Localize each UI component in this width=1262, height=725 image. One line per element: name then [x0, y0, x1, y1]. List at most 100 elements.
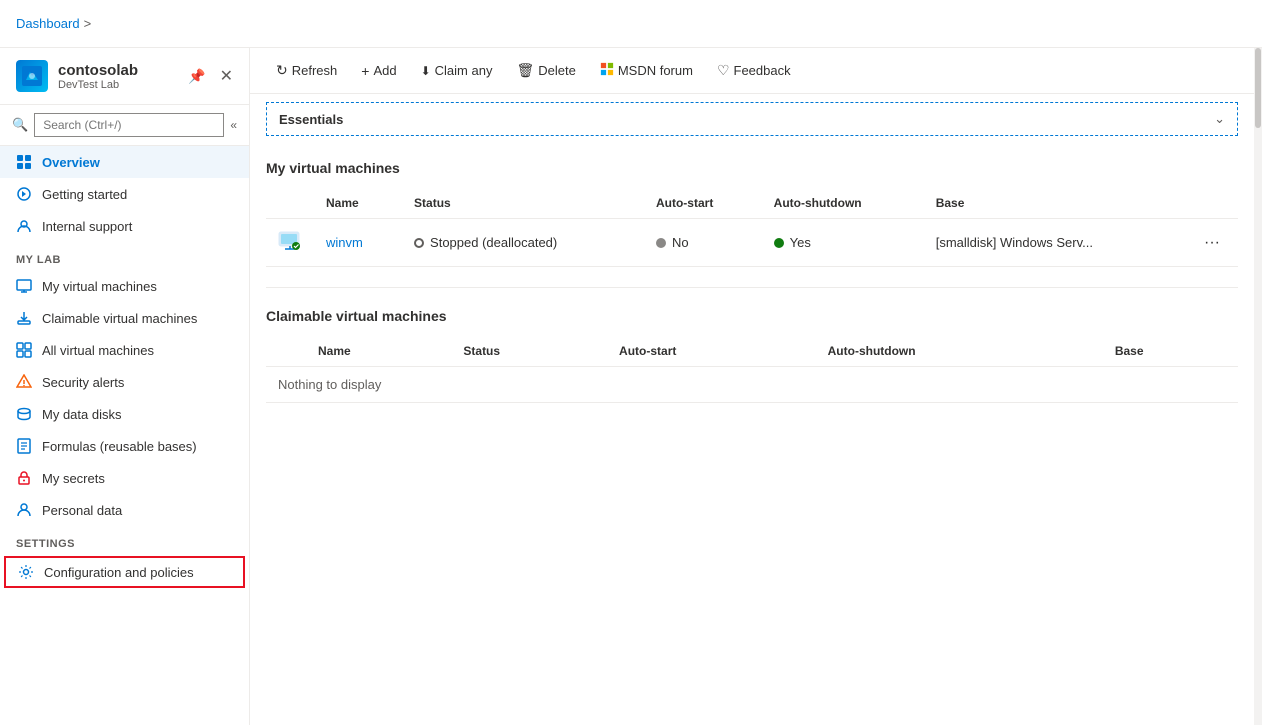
col-actions-header [1186, 188, 1238, 219]
claimable-col-autostart-header: Auto-start [607, 336, 816, 367]
claimable-empty-row: Nothing to display [266, 367, 1238, 403]
sidebar-item-getting-started-label: Getting started [42, 187, 127, 202]
col-autoshutdown-header: Auto-shutdown [762, 188, 924, 219]
feedback-icon: ♡ [717, 62, 730, 79]
essentials-panel[interactable]: Essentials ⌄ [266, 102, 1238, 136]
sidebar-item-personal-data-label: Personal data [42, 503, 122, 518]
main-scroll-content: My virtual machines Name Status Auto-sta… [250, 144, 1254, 725]
claimable-vms-icon [16, 310, 32, 326]
vm-status-text: Stopped (deallocated) [430, 235, 557, 250]
toolbar: ↻ Refresh + Add ⬇ Claim any 🗑 Delete MSD… [250, 48, 1254, 94]
sidebar-title-block: contosolab DevTest Lab [58, 62, 138, 91]
col-autostart-header: Auto-start [644, 188, 762, 219]
msdn-icon [600, 62, 614, 79]
breadcrumb-dashboard[interactable]: Dashboard [16, 16, 80, 31]
pin-icon[interactable]: 📌 [188, 68, 205, 85]
feedback-label: Feedback [734, 63, 791, 78]
sidebar-item-overview-label: Overview [42, 155, 100, 170]
delete-icon: 🗑 [516, 62, 534, 79]
sidebar-item-my-vms[interactable]: My virtual machines [0, 270, 249, 302]
col-status-header: Status [402, 188, 644, 219]
refresh-label: Refresh [292, 63, 338, 78]
table-row: winvm Stopped (deallocated) No [266, 219, 1238, 267]
claim-label: Claim any [435, 63, 493, 78]
sidebar-item-internal-support[interactable]: Internal support [0, 210, 249, 242]
sidebar-item-data-disks[interactable]: My data disks [0, 398, 249, 430]
collapse-sidebar-button[interactable]: « [230, 118, 237, 132]
main-content-area: ↻ Refresh + Add ⬇ Claim any 🗑 Delete MSD… [250, 48, 1254, 725]
sidebar-item-personal-data[interactable]: Personal data [0, 494, 249, 526]
col-base-header: Base [924, 188, 1186, 219]
essentials-label: Essentials [279, 112, 343, 127]
vm-name-link[interactable]: winvm [326, 235, 363, 250]
add-label: Add [373, 63, 396, 78]
refresh-button[interactable]: ↻ Refresh [266, 56, 347, 85]
sidebar-item-my-secrets[interactable]: My secrets [0, 462, 249, 494]
sidebar-item-all-vms[interactable]: All virtual machines [0, 334, 249, 366]
col-name-header: Name [314, 188, 402, 219]
scrollbar-track[interactable] [1254, 48, 1262, 725]
claimable-section-title: Claimable virtual machines [266, 308, 1238, 324]
sidebar-item-overview[interactable]: Overview [0, 146, 249, 178]
vm-autoshutdown-text: Yes [790, 235, 811, 250]
autoshutdown-yes-icon [774, 238, 784, 248]
sidebar: contosolab DevTest Lab 📌 ✕ 🔍 « Overview … [0, 48, 250, 725]
claimable-vms-table: Name Status Auto-start Auto-shutdown Bas… [266, 336, 1238, 403]
sidebar-item-claimable-vms[interactable]: Claimable virtual machines [0, 302, 249, 334]
sidebar-item-all-vms-label: All virtual machines [42, 343, 154, 358]
scrollbar-thumb[interactable] [1255, 48, 1261, 128]
sidebar-item-my-vms-label: My virtual machines [42, 279, 157, 294]
close-icon[interactable]: ✕ [220, 66, 233, 86]
autostart-no-icon [656, 238, 666, 248]
claim-any-button[interactable]: ⬇ Claim any [411, 57, 503, 84]
breadcrumb: Dashboard > [16, 16, 91, 31]
feedback-button[interactable]: ♡ Feedback [707, 56, 801, 85]
claim-icon: ⬇ [421, 64, 431, 78]
vm-actions-cell: ··· [1186, 219, 1238, 267]
settings-section-label: Settings [0, 526, 249, 554]
sidebar-item-internal-support-label: Internal support [42, 219, 132, 234]
essentials-chevron: ⌄ [1214, 111, 1225, 127]
sidebar-item-getting-started[interactable]: Getting started [0, 178, 249, 210]
section-divider [266, 287, 1238, 288]
delete-button[interactable]: 🗑 Delete [506, 56, 585, 85]
sidebar-item-security-alerts[interactable]: Security alerts [0, 366, 249, 398]
internal-support-icon [16, 218, 32, 234]
top-bar: Dashboard > [0, 0, 1262, 48]
add-icon: + [361, 63, 369, 79]
overview-icon [16, 154, 32, 170]
my-lab-section-label: My Lab [0, 242, 249, 270]
search-input[interactable] [34, 113, 224, 137]
msdn-label: MSDN forum [618, 63, 693, 78]
add-button[interactable]: + Add [351, 57, 406, 85]
status-stopped-icon [414, 238, 424, 248]
formulas-icon [16, 438, 32, 454]
vms-section-title: My virtual machines [266, 160, 1238, 176]
sidebar-item-formulas[interactable]: Formulas (reusable bases) [0, 430, 249, 462]
sidebar-item-claimable-vms-label: Claimable virtual machines [42, 311, 197, 326]
vm-more-button[interactable]: ··· [1198, 232, 1226, 253]
breadcrumb-separator: > [84, 16, 92, 31]
data-disks-icon [16, 406, 32, 422]
security-alerts-icon [16, 374, 32, 390]
col-icon-header [266, 188, 314, 219]
lab-name: contosolab [58, 62, 138, 79]
my-vms-icon [16, 278, 32, 294]
vm-autostart-cell: No [644, 219, 762, 267]
claimable-col-icon-header [266, 336, 306, 367]
msdn-forum-button[interactable]: MSDN forum [590, 56, 703, 85]
sidebar-item-config-policies-label: Configuration and policies [44, 565, 194, 580]
devtest-lab-logo [16, 60, 48, 92]
claimable-col-autoshutdown-header: Auto-shutdown [816, 336, 1103, 367]
vm-base-cell: [smalldisk] Windows Serv... [924, 219, 1186, 267]
delete-label: Delete [538, 63, 576, 78]
lab-subtitle: DevTest Lab [58, 79, 138, 91]
sidebar-item-config-policies[interactable]: Configuration and policies [4, 556, 245, 588]
vm-base-text: [smalldisk] Windows Serv... [936, 235, 1093, 250]
claimable-col-base-header: Base [1103, 336, 1238, 367]
personal-data-icon [16, 502, 32, 518]
sidebar-item-data-disks-label: My data disks [42, 407, 121, 422]
config-policies-icon [18, 564, 34, 580]
my-secrets-icon [16, 470, 32, 486]
vm-status: Stopped (deallocated) [414, 235, 632, 250]
